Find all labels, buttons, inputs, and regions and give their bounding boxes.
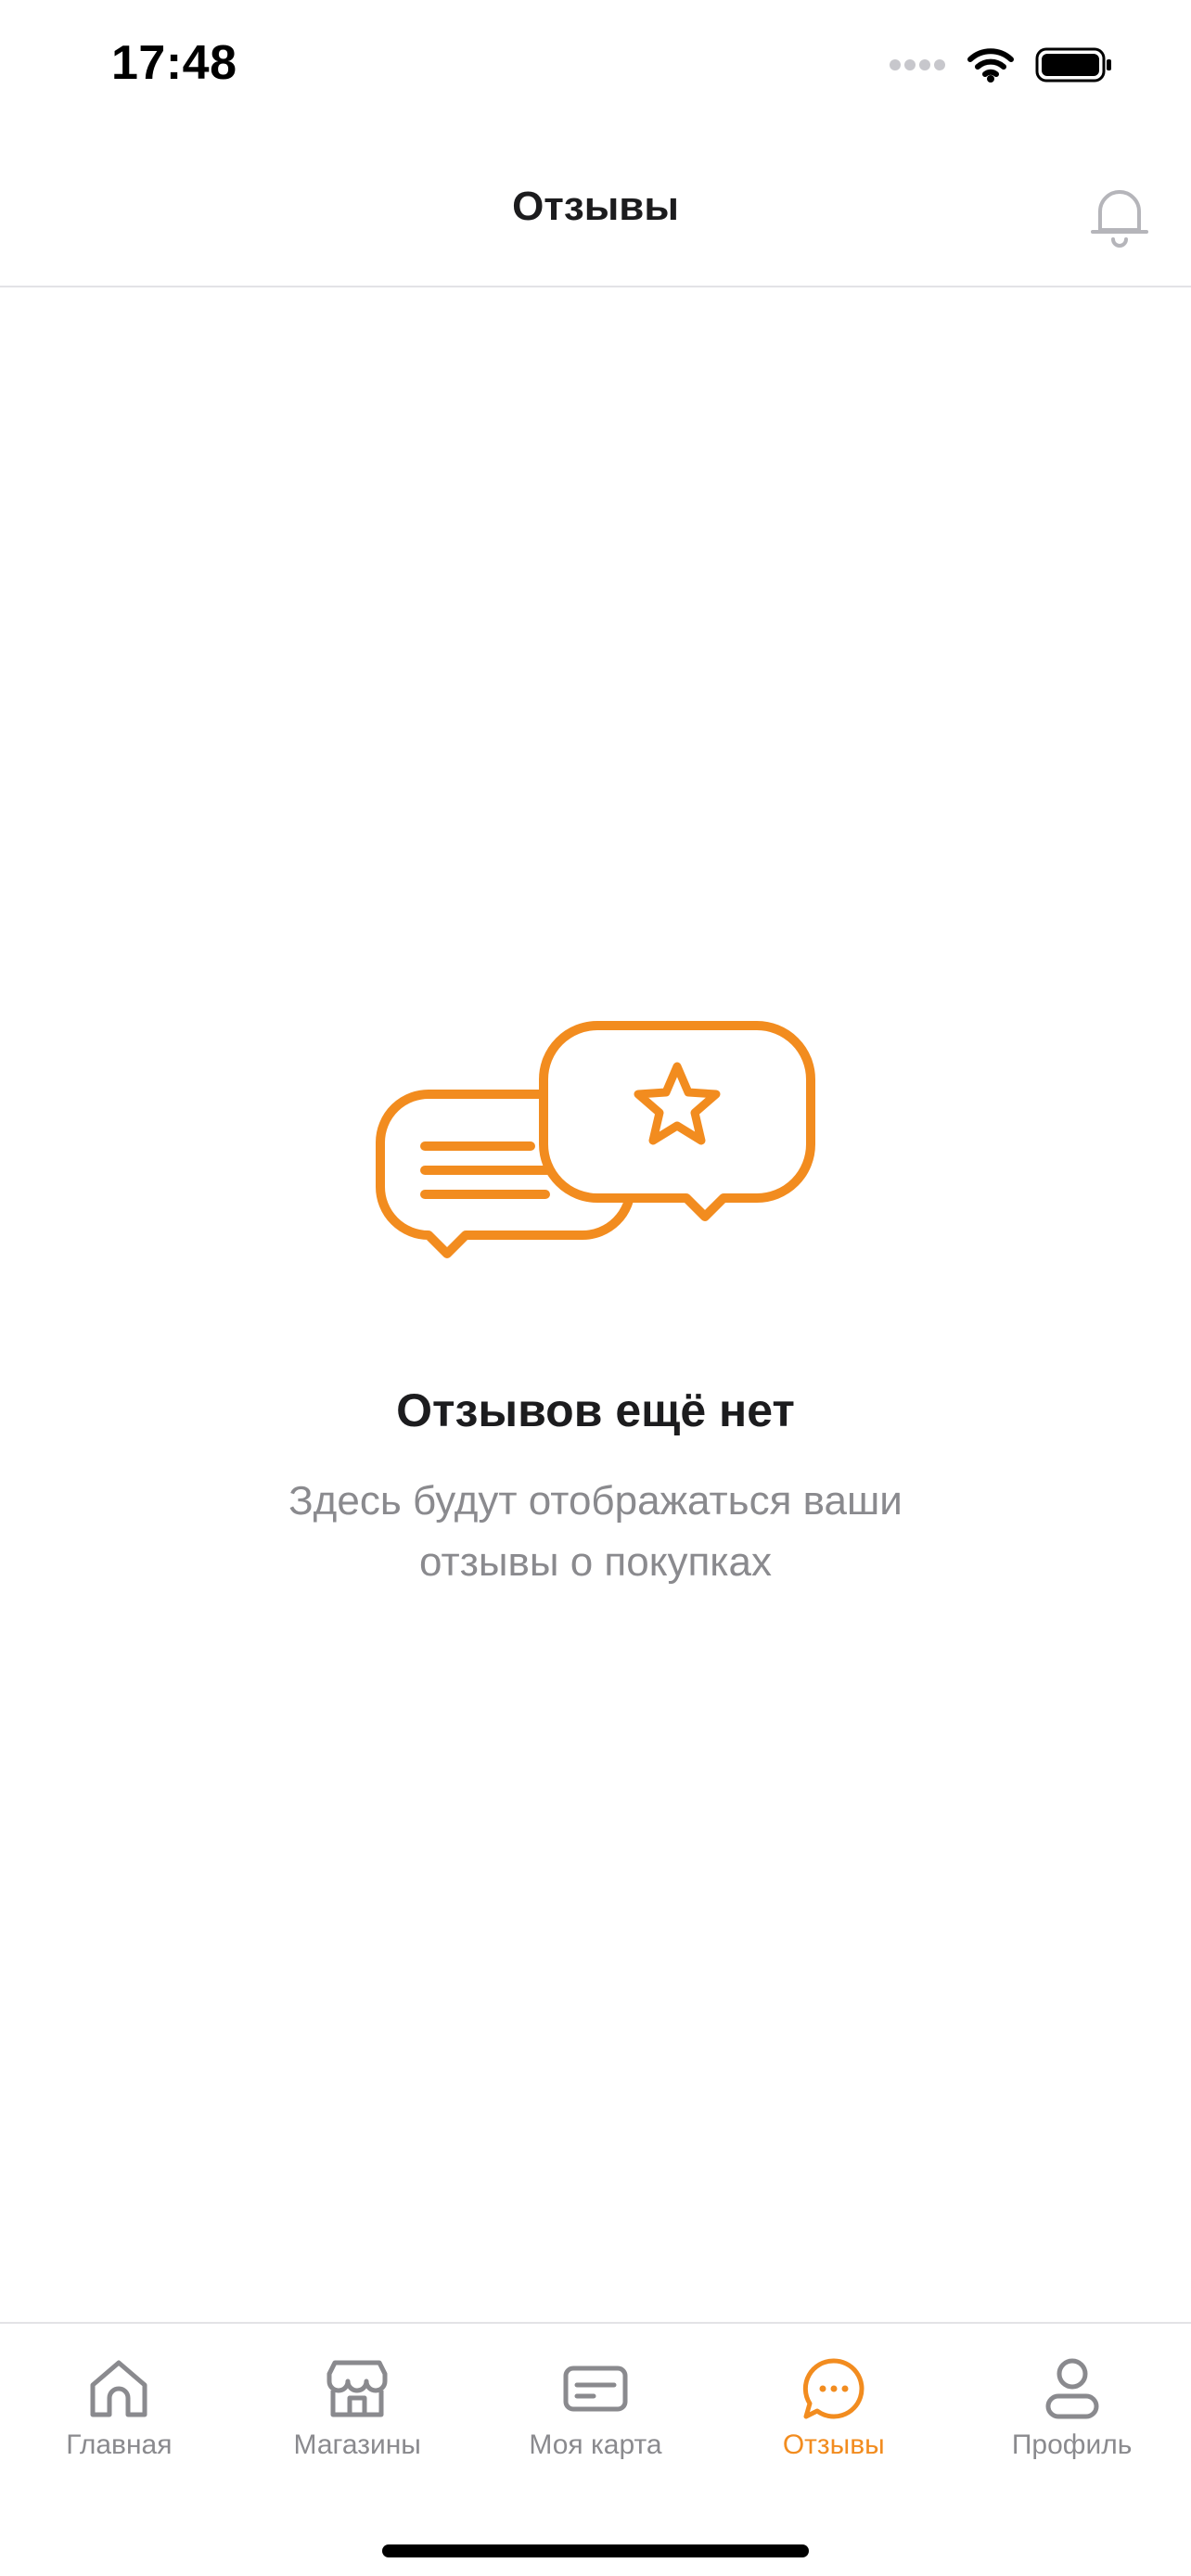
page-title: Отзывы xyxy=(512,184,679,229)
tab-my-card[interactable]: Моя карта xyxy=(477,2324,715,2481)
tab-reviews[interactable]: Отзывы xyxy=(714,2324,953,2481)
card-icon xyxy=(563,2366,628,2412)
cellular-signal-icon xyxy=(890,59,945,70)
wifi-icon xyxy=(967,48,1014,83)
tab-reviews-label: Отзывы xyxy=(782,2429,885,2460)
status-time: 17:48 xyxy=(111,36,237,90)
empty-state-subtitle: Здесь будут отображаться ваши отзывы о п… xyxy=(288,1478,903,1585)
header: Отзывы xyxy=(0,130,1191,287)
tab-home[interactable]: Главная xyxy=(0,2324,238,2481)
status-bar: 17:48 xyxy=(0,0,1191,130)
store-icon xyxy=(327,2360,388,2417)
tab-profile-label: Профиль xyxy=(1011,2429,1133,2460)
tab-home-label: Главная xyxy=(66,2429,173,2460)
tab-stores[interactable]: Магазины xyxy=(238,2324,477,2481)
profile-icon xyxy=(1045,2358,1099,2419)
home-icon xyxy=(90,2360,147,2417)
empty-state-title: Отзывов ещё нет xyxy=(396,1384,795,1436)
home-indicator[interactable] xyxy=(382,2544,809,2557)
reviews-chat-star-illustration xyxy=(376,1021,815,1258)
bell-icon[interactable] xyxy=(1087,178,1152,252)
tab-bar: Главная Магазины Моя карта Отзывы Профил… xyxy=(0,2322,1191,2576)
empty-state: Отзывов ещё нет Здесь будут отображаться… xyxy=(0,1020,1191,1593)
battery-icon xyxy=(1035,47,1111,83)
chat-bubble-icon xyxy=(802,2358,864,2419)
tab-profile[interactable]: Профиль xyxy=(953,2324,1191,2481)
reviews-screen: 17:48 Отзывы Отзывов ещё нет Здесь будут… xyxy=(0,0,1191,2576)
tab-stores-label: Магазины xyxy=(293,2429,421,2460)
tab-my-card-label: Моя карта xyxy=(529,2429,662,2460)
status-icons xyxy=(889,46,1113,83)
